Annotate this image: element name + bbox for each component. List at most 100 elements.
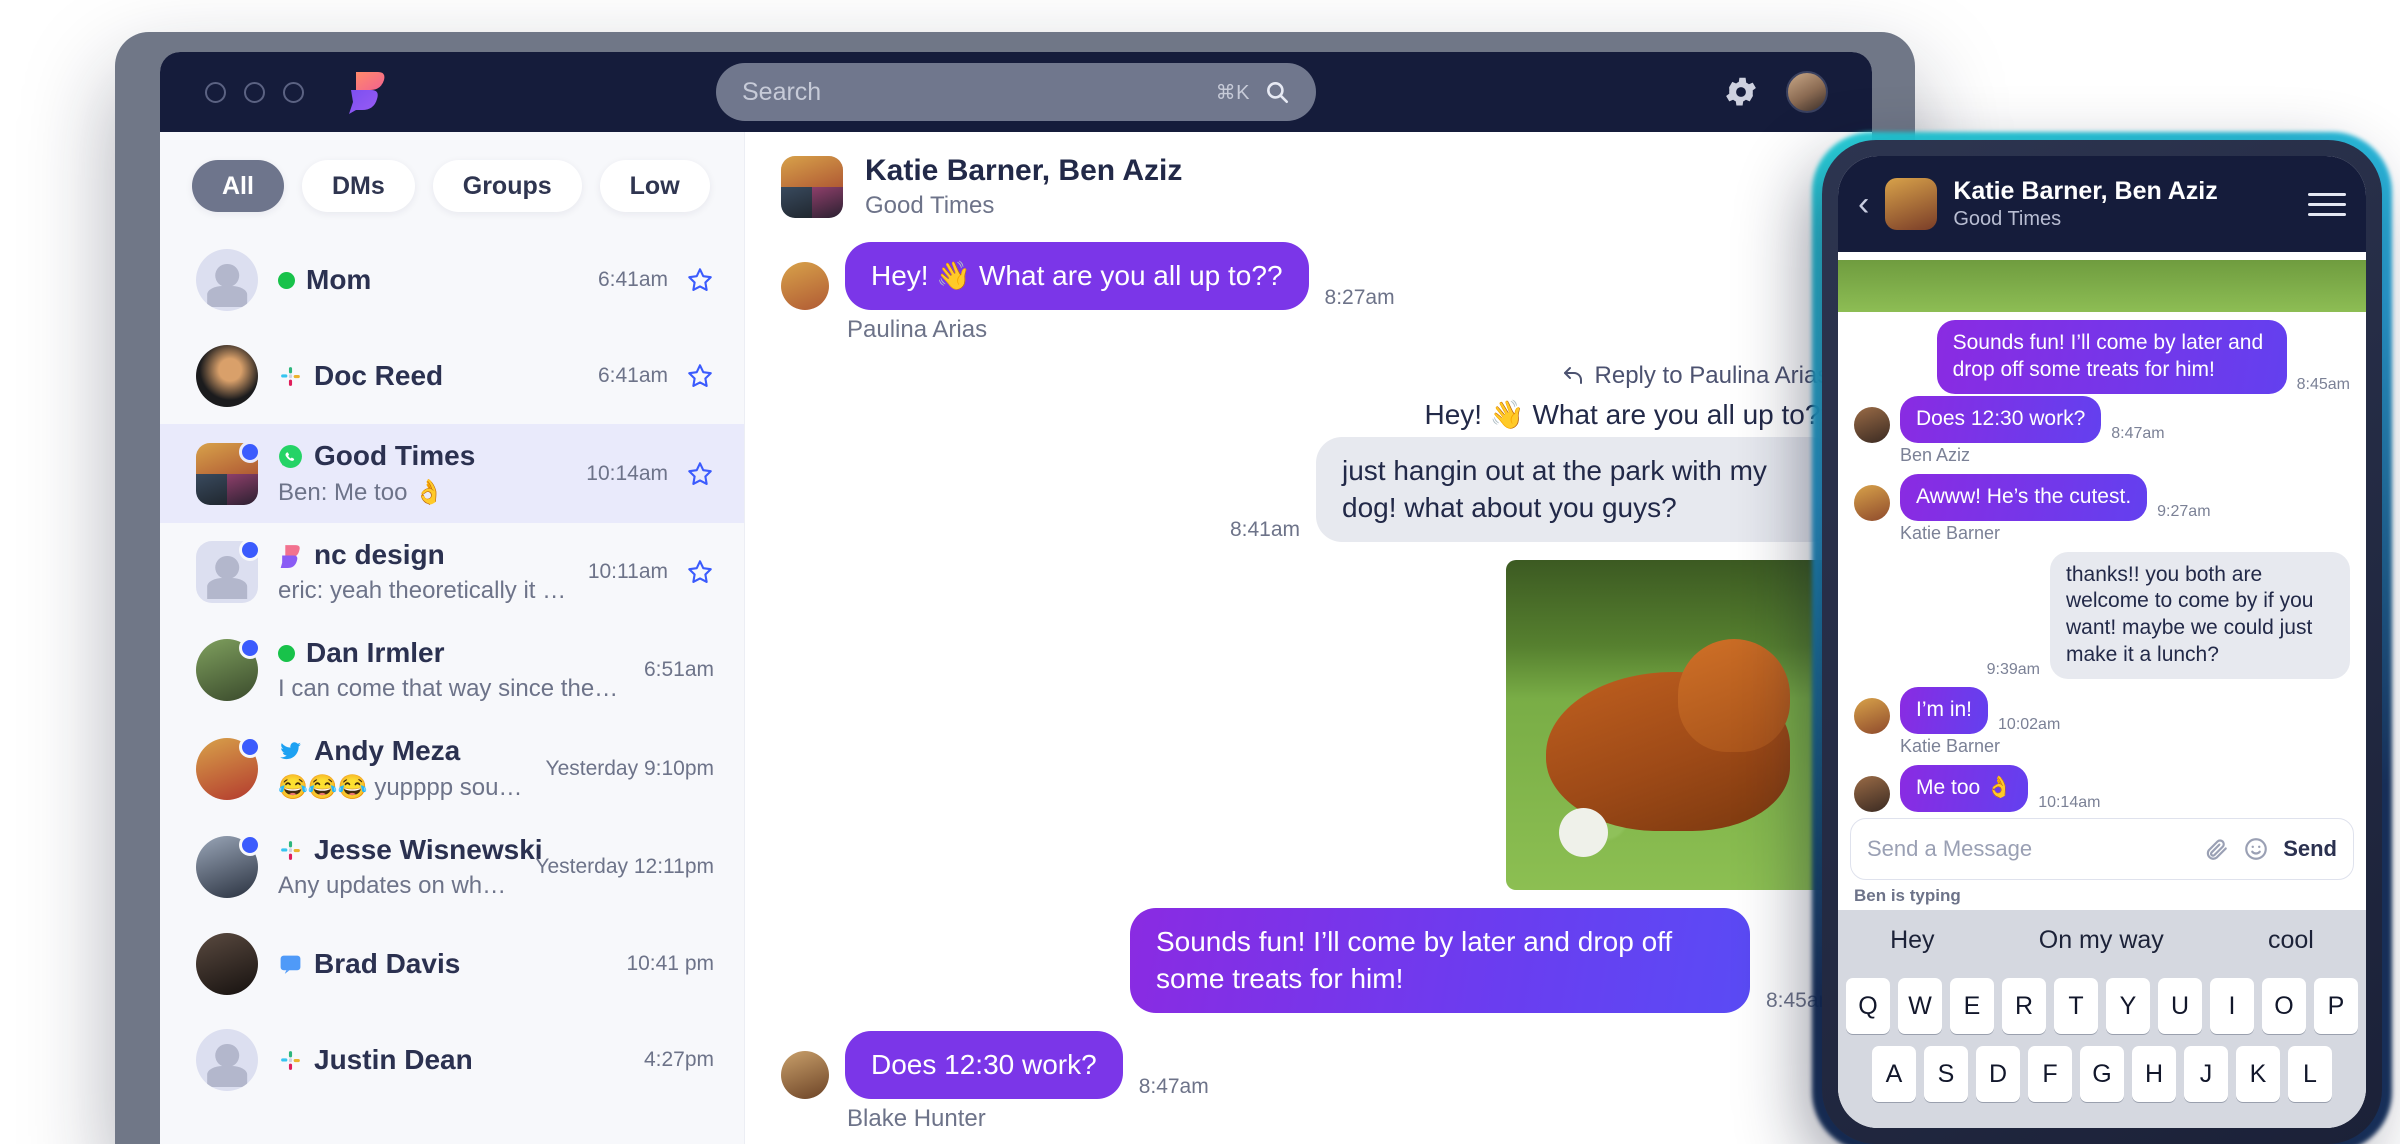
- conversation-list-item[interactable]: Brad Davis 10:41 pm: [160, 916, 744, 1012]
- message-bubble[interactable]: Hey! 👋 What are you all up to??: [845, 242, 1309, 311]
- key-y[interactable]: Y: [2106, 978, 2150, 1034]
- avatar-wrapper[interactable]: [196, 834, 261, 898]
- key-a[interactable]: A: [1872, 1046, 1916, 1102]
- conversation-list-item[interactable]: Jesse Wisnewski Any updates on what I nee…: [160, 818, 744, 916]
- avatar[interactable]: [1854, 697, 1890, 734]
- suggestion-2[interactable]: cool: [2268, 926, 2314, 955]
- message-timestamp: 8:45am: [2296, 375, 2350, 393]
- avatar-wrapper[interactable]: [196, 539, 261, 603]
- key-e[interactable]: E: [1950, 978, 1994, 1034]
- message-bubble[interactable]: Sounds fun! I’ll come by later and drop …: [1936, 320, 2287, 394]
- message-bubble[interactable]: Sounds fun! I’ll come by later and drop …: [1129, 908, 1750, 1013]
- conversation-name: Andy Meza: [314, 735, 461, 766]
- key-o[interactable]: O: [2262, 978, 2306, 1034]
- avatar[interactable]: [1786, 71, 1828, 113]
- key-r[interactable]: R: [2002, 978, 2046, 1034]
- favorite-star-icon[interactable]: [686, 558, 714, 586]
- filter-chip-groups[interactable]: Groups: [432, 160, 582, 212]
- key-j[interactable]: J: [2184, 1046, 2228, 1102]
- avatar[interactable]: [1854, 484, 1890, 521]
- key-q[interactable]: Q: [1846, 978, 1890, 1034]
- suggestion-0[interactable]: Hey: [1890, 926, 1934, 955]
- key-d[interactable]: D: [1976, 1046, 2020, 1102]
- message-input[interactable]: Send a Message: [1867, 836, 2189, 862]
- suggestion-1[interactable]: On my way: [2039, 926, 2164, 955]
- conversation-list-item[interactable]: Dan Irmler I can come that way since the …: [160, 621, 744, 719]
- avatar-wrapper[interactable]: [196, 440, 261, 505]
- conversation-list-item[interactable]: Doc Reed 6:41am: [160, 328, 744, 424]
- avatar-wrapper[interactable]: [196, 249, 258, 311]
- avatar[interactable]: [781, 1051, 829, 1100]
- avatar-wrapper[interactable]: [196, 735, 261, 800]
- avatar-wrapper[interactable]: [196, 345, 258, 407]
- phone-message-image[interactable]: [1838, 260, 2366, 312]
- key-t[interactable]: T: [2054, 978, 2098, 1034]
- conversation-list-item[interactable]: Andy Meza 😂😂😂 yupppp sounds about right! Y…: [160, 719, 744, 818]
- chat-group-avatar[interactable]: [781, 156, 843, 218]
- close-window-icon[interactable]: [205, 81, 226, 103]
- conversation-list-item[interactable]: Mom 6:41am: [160, 232, 744, 328]
- conversation-name: nc design: [314, 539, 445, 570]
- on-screen-keyboard[interactable]: QWERTYUIOP ASDFGHJKL: [1838, 970, 2366, 1128]
- key-l[interactable]: L: [2288, 1046, 2332, 1102]
- conversation-list-item[interactable]: nc design eric: yeah theoretically it cou…: [160, 523, 744, 621]
- avatar[interactable]: [196, 1029, 258, 1091]
- filter-chip-dms[interactable]: DMs: [301, 160, 415, 212]
- key-k[interactable]: K: [2236, 1046, 2280, 1102]
- back-icon[interactable]: ‹: [1858, 187, 1869, 221]
- message-bubble[interactable]: Me too 👌: [1900, 764, 2029, 812]
- message-bubble[interactable]: just hangin out at the park with my dog!…: [1316, 437, 1836, 543]
- avatar[interactable]: [196, 933, 258, 995]
- window-traffic-lights[interactable]: [205, 81, 304, 103]
- key-s[interactable]: S: [1924, 1046, 1968, 1102]
- phone-chat-title: Katie Barner, Ben Aziz: [1953, 177, 2218, 205]
- conversation-list[interactable]: Mom 6:41am Doc Reed 6:41am Good Times Ben: Me…: [160, 232, 744, 1144]
- message-bubble[interactable]: Awww! He’s the cutest.: [1900, 473, 2148, 521]
- maximize-window-icon[interactable]: [283, 81, 304, 103]
- conversation-list-item[interactable]: Good Times Ben: Me too 👌 10:14am: [160, 424, 744, 523]
- avatar-wrapper[interactable]: [196, 637, 261, 701]
- avatar[interactable]: [781, 262, 829, 311]
- key-u[interactable]: U: [2158, 978, 2202, 1034]
- phone-message-thread[interactable]: Sounds fun! I’ll come by later and drop …: [1838, 252, 2366, 812]
- minimize-window-icon[interactable]: [244, 81, 265, 103]
- attachment-icon[interactable]: [2203, 836, 2229, 862]
- search-icon[interactable]: [1264, 79, 1290, 105]
- key-f[interactable]: F: [2028, 1046, 2072, 1102]
- search-input[interactable]: Search: [742, 78, 1216, 107]
- favorite-star-icon[interactable]: [686, 460, 714, 488]
- key-h[interactable]: H: [2132, 1046, 2176, 1102]
- avatar-wrapper[interactable]: [196, 1029, 258, 1091]
- phone-compose-bar[interactable]: Send a Message Send: [1850, 818, 2354, 880]
- avatar[interactable]: [196, 249, 258, 311]
- message-bubble[interactable]: thanks!! you both are welcome to come by…: [2050, 551, 2350, 679]
- emoji-icon[interactable]: [2243, 836, 2269, 862]
- avatar[interactable]: [1854, 775, 1890, 812]
- filter-chip-low[interactable]: Low: [599, 160, 710, 212]
- favorite-star-icon[interactable]: [686, 362, 714, 390]
- key-i[interactable]: I: [2210, 978, 2254, 1034]
- conversation-list-item[interactable]: Justin Dean 4:27pm: [160, 1012, 744, 1108]
- key-p[interactable]: P: [2314, 978, 2358, 1034]
- avatar[interactable]: [1854, 406, 1890, 443]
- key-w[interactable]: W: [1898, 978, 1942, 1034]
- gear-icon[interactable]: [1722, 73, 1760, 111]
- message-thread[interactable]: Hey! 👋 What are you all up to?? 8:27am P…: [745, 242, 1872, 1144]
- conversation-preview: Ben: Me too 👌: [278, 479, 444, 506]
- filter-chip-all[interactable]: All: [192, 160, 284, 212]
- reply-quote-header: Reply to Paulina Arias:: [781, 362, 1836, 390]
- message-timestamp: 10:02am: [1998, 715, 2061, 733]
- favorite-star-icon[interactable]: [686, 266, 714, 294]
- message-bubble[interactable]: I’m in!: [1900, 687, 1989, 734]
- menu-icon[interactable]: [2308, 186, 2346, 223]
- message-image[interactable]: [1506, 560, 1836, 891]
- image-subject-dog-head: [1677, 639, 1790, 752]
- avatar[interactable]: [196, 345, 258, 407]
- avatar-wrapper[interactable]: [196, 933, 258, 995]
- key-g[interactable]: G: [2080, 1046, 2124, 1102]
- message-bubble[interactable]: Does 12:30 work?: [845, 1030, 1123, 1100]
- phone-group-avatar[interactable]: [1885, 178, 1938, 230]
- send-button[interactable]: Send: [2283, 836, 2337, 862]
- global-search-bar[interactable]: Search ⌘K: [716, 63, 1316, 121]
- message-bubble[interactable]: Does 12:30 work?: [1900, 395, 2102, 443]
